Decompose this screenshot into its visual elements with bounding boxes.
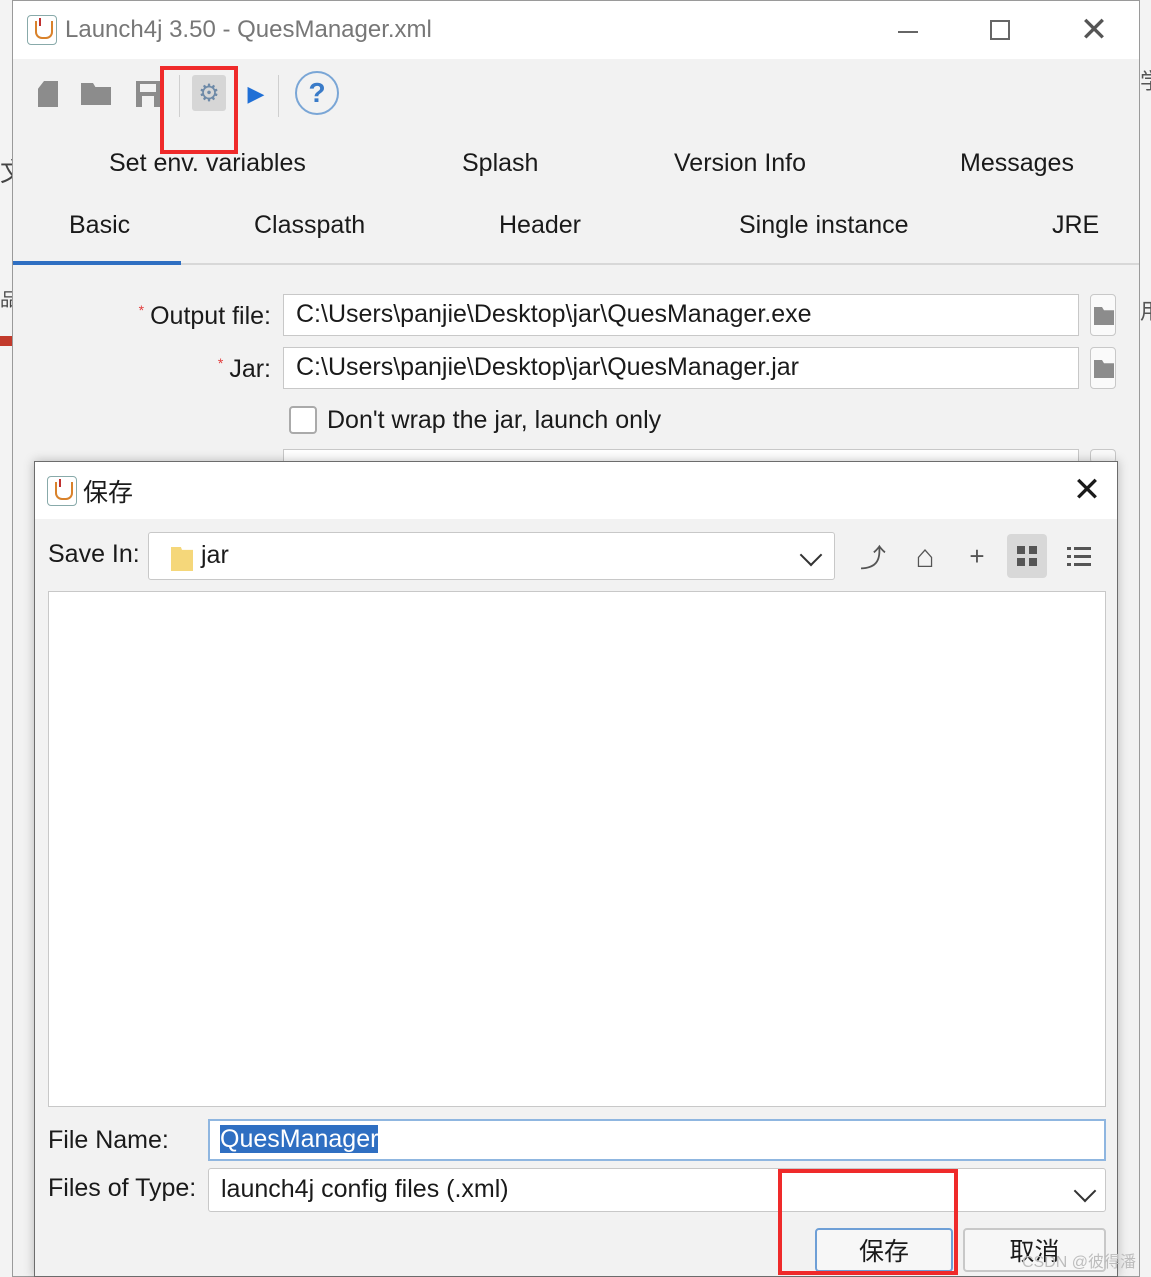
active-tab-indicator: [13, 261, 181, 265]
save-in-value: jar: [201, 541, 229, 569]
output-file-field[interactable]: C:\Users\panjie\Desktop\jar\QuesManager.…: [283, 294, 1079, 336]
help-icon: ?: [308, 77, 326, 108]
maximize-button[interactable]: [977, 7, 1023, 53]
tab-single-instance[interactable]: Single instance: [739, 211, 909, 240]
tab-basic[interactable]: Basic: [69, 211, 130, 240]
minimize-icon: [898, 31, 918, 33]
toolbar-divider: [278, 75, 279, 117]
background-red-strip: [0, 336, 12, 346]
java-app-icon: [27, 15, 57, 45]
dont-wrap-row: Don't wrap the jar, launch only: [289, 403, 661, 437]
jar-browse-button[interactable]: [1090, 347, 1116, 389]
up-one-level-button[interactable]: ⤴: [853, 534, 893, 578]
create-new-folder-button[interactable]: +: [957, 534, 997, 578]
window-title: Launch4j 3.50 - QuesManager.xml: [65, 16, 432, 43]
window-titlebar[interactable]: Launch4j 3.50 - QuesManager.xml ✕: [13, 1, 1139, 59]
tab-row-bottom: Basic Classpath Header Single instance J…: [13, 203, 1139, 265]
background-fragment-text: 学: [1140, 64, 1151, 96]
new-config-button[interactable]: [31, 77, 65, 111]
dont-wrap-label: Don't wrap the jar, launch only: [327, 405, 662, 434]
home-button[interactable]: ⌂: [905, 534, 945, 578]
grid-view-button[interactable]: [1007, 534, 1047, 578]
minimize-button[interactable]: [885, 7, 931, 53]
list-view-icon: [1067, 546, 1091, 566]
save-in-dropdown[interactable]: jar: [148, 532, 835, 580]
home-icon: ⌂: [915, 537, 935, 574]
open-config-button[interactable]: [79, 77, 113, 111]
test-wrapper-button[interactable]: ▶: [239, 77, 273, 111]
maximize-icon: [990, 20, 1010, 40]
dont-wrap-checkbox[interactable]: [289, 406, 317, 434]
open-folder-icon: [81, 83, 111, 105]
close-icon: ✕: [1079, 11, 1109, 49]
files-of-type-dropdown[interactable]: launch4j config files (.xml): [208, 1168, 1106, 1212]
tab-version-info[interactable]: Version Info: [674, 149, 806, 178]
new-folder-icon: +: [969, 540, 985, 571]
new-file-icon: [38, 81, 58, 107]
folder-icon: [1094, 307, 1114, 325]
save-disk-icon: [136, 81, 160, 107]
output-file-label: * Output file:: [138, 302, 271, 330]
file-name-selected-text: QuesManager: [220, 1125, 379, 1153]
tab-header[interactable]: Header: [499, 211, 581, 240]
save-in-label: Save In:: [48, 540, 140, 568]
save-button-highlight: [778, 1169, 958, 1275]
background-left-edge: 文 品: [0, 0, 26, 1277]
tab-classpath[interactable]: Classpath: [254, 211, 365, 240]
output-file-browse-button[interactable]: [1090, 294, 1116, 336]
tab-splash[interactable]: Splash: [462, 149, 538, 178]
java-app-icon: [47, 475, 77, 506]
file-name-label: File Name:: [48, 1126, 169, 1154]
jar-label: * Jar:: [217, 355, 271, 383]
background-right-edge: 学 用: [1140, 0, 1151, 1277]
jar-row: * Jar: C:\Users\panjie\Desktop\jar\QuesMa…: [13, 347, 1139, 391]
up-folder-icon: ⤴: [859, 542, 886, 573]
tab-jre[interactable]: JRE: [1052, 211, 1099, 240]
output-file-row: * Output file: C:\Users\panjie\Desktop\ja…: [13, 294, 1139, 338]
file-list-pane[interactable]: [48, 591, 1106, 1107]
dialog-titlebar[interactable]: 保存 ✕: [35, 462, 1117, 519]
help-button[interactable]: ?: [295, 71, 339, 115]
chevron-down-icon: [799, 543, 823, 567]
required-marker: *: [217, 355, 224, 371]
save-dialog: 保存 ✕ Save In: jar ⤴ ⌂ + File Name: QuesM…: [34, 461, 1118, 1277]
chevron-down-icon: [1073, 1179, 1097, 1203]
background-fragment-text: 用: [1140, 294, 1151, 326]
folder-icon: [1094, 360, 1114, 378]
required-marker: *: [138, 302, 145, 318]
files-of-type-value: launch4j config files (.xml): [221, 1175, 509, 1203]
build-button-highlight: [160, 66, 238, 154]
watermark-text: CSDN @彼得潘: [1022, 1254, 1137, 1271]
folder-icon: [171, 547, 193, 571]
files-of-type-label: Files of Type:: [48, 1174, 197, 1202]
close-icon: ✕: [1072, 471, 1102, 509]
list-view-button[interactable]: [1059, 534, 1099, 578]
dialog-close-button[interactable]: ✕: [1067, 468, 1107, 512]
close-button[interactable]: ✕: [1071, 7, 1117, 53]
grid-view-icon: [1017, 546, 1037, 566]
jar-field[interactable]: C:\Users\panjie\Desktop\jar\QuesManager.…: [283, 347, 1079, 389]
dialog-title: 保存: [83, 478, 134, 507]
run-icon: ▶: [247, 81, 265, 106]
tab-messages[interactable]: Messages: [960, 149, 1074, 178]
file-name-field[interactable]: QuesManager: [208, 1119, 1106, 1161]
